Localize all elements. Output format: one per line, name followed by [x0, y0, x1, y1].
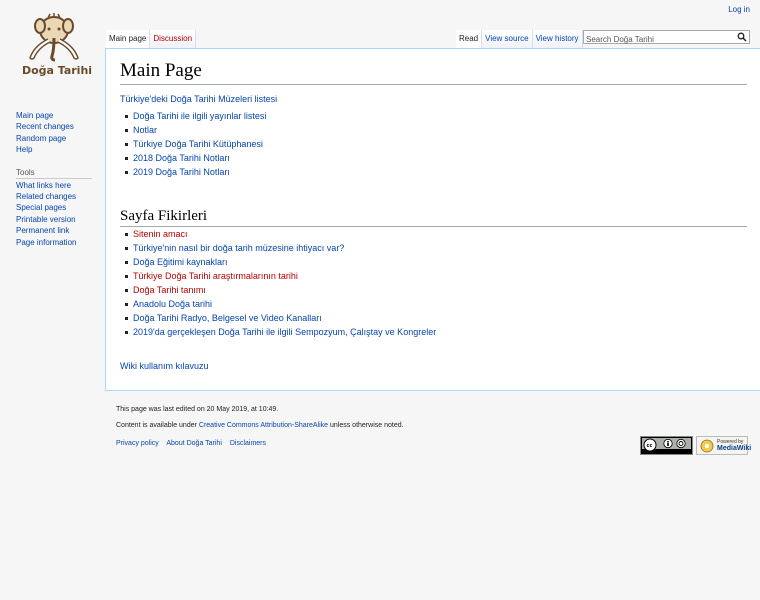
tab-read[interactable]: Read	[456, 30, 483, 48]
sidebar-item-help[interactable]: Help	[16, 144, 96, 155]
sidebar-item-main-page[interactable]: Main page	[16, 110, 96, 121]
license-info: Content is available under Creative Comm…	[116, 422, 404, 429]
cc-by-sa-badge[interactable]: cc	[640, 436, 693, 455]
list-item[interactable]: 2019 Doğa Tarihi Notları	[133, 167, 230, 177]
list-item[interactable]: Sitenin amacı	[133, 229, 188, 239]
mammoth-logo-icon	[29, 13, 79, 62]
tab-main-page[interactable]: Main page	[106, 30, 151, 48]
list-bullet	[125, 233, 128, 236]
list-item[interactable]: Doğa Eğitimi kaynakları	[133, 257, 228, 267]
list-bullet	[125, 115, 128, 118]
tab-view-history[interactable]: View history	[532, 30, 583, 48]
about-link[interactable]: About Doğa Tarihi	[166, 440, 222, 447]
sidebar-item-what-links-here[interactable]: What links here	[16, 180, 96, 191]
list-item[interactable]: Notlar	[133, 125, 157, 135]
svg-text:cc: cc	[647, 443, 653, 449]
list-item[interactable]: Türkiye'nin nasıl bir doğa tarih müzesin…	[133, 243, 344, 253]
list-bullet	[125, 143, 128, 146]
search-icon[interactable]	[737, 32, 747, 42]
license-link[interactable]: Creative Commons Attribution-ShareAlike	[199, 422, 328, 429]
sidebar-item-special-pages[interactable]: Special pages	[16, 202, 96, 213]
login-link[interactable]: Log in	[728, 5, 750, 14]
list-item[interactable]: Türkiye Doğa Tarihi araştırmalarının tar…	[133, 271, 298, 281]
disclaimers-link[interactable]: Disclaimers	[230, 440, 266, 447]
museums-list-link[interactable]: Türkiye'deki Doğa Tarihi Müzeleri listes…	[120, 94, 277, 104]
sidebar-heading-tools: Tools	[16, 168, 92, 179]
sidebar-item-printable-version[interactable]: Printable version	[16, 214, 96, 225]
tab-view-source[interactable]: View source	[482, 30, 533, 48]
mediawiki-flower-icon	[700, 439, 714, 453]
footer-places: Privacy policy About Doğa Tarihi Disclai…	[116, 440, 272, 447]
list-item[interactable]: Anadolu Doğa tarihi	[133, 299, 212, 309]
license-suffix: unless otherwise noted.	[328, 422, 404, 429]
list-item[interactable]: Doğa Tarihi Radyo, Belgesel ve Video Kan…	[133, 313, 322, 323]
list-bullet	[125, 171, 128, 174]
sidebar-item-permanent-link[interactable]: Permanent link	[16, 225, 96, 236]
last-edited-info: This page was last edited on 20 May 2019…	[116, 406, 279, 413]
sidebar-item-recent-changes[interactable]: Recent changes	[16, 121, 96, 132]
sidebar-tools: What links here Related changes Special …	[16, 180, 96, 248]
privacy-policy-link[interactable]: Privacy policy	[116, 440, 159, 447]
list-bullet	[125, 275, 128, 278]
list-bullet	[125, 303, 128, 306]
sidebar: Main page Recent changes Random page Hel…	[16, 110, 96, 248]
site-logo[interactable]: Doğa Tarihi	[12, 12, 96, 82]
list-item[interactable]: 2018 Doğa Tarihi Notları	[133, 153, 230, 163]
view-tabs: Read View source View history	[456, 30, 583, 48]
search-box	[583, 30, 750, 46]
main-content: Main Page Türkiye'deki Doğa Tarihi Müzel…	[105, 48, 760, 391]
list-bullet	[125, 317, 128, 320]
section-heading: Sayfa Fikirleri	[120, 208, 747, 227]
wiki-guide-link[interactable]: Wiki kullanım kılavuzu	[120, 361, 209, 371]
tab-discussion[interactable]: Discussion	[150, 30, 197, 48]
list-bullet	[125, 129, 128, 132]
namespace-tabs: Main page Discussion	[106, 30, 197, 48]
logo-text: Doğa Tarihi	[21, 64, 93, 77]
list-bullet	[125, 331, 128, 334]
list-bullet	[125, 247, 128, 250]
list-item[interactable]: Doğa Tarihi tanımı	[133, 285, 206, 295]
sidebar-item-related-changes[interactable]: Related changes	[16, 191, 96, 202]
list-bullet	[125, 157, 128, 160]
search-input[interactable]	[584, 33, 734, 46]
creative-commons-icon: cc	[641, 437, 692, 454]
sidebar-item-page-information[interactable]: Page information	[16, 237, 96, 248]
list-item[interactable]: Türkiye Doğa Tarihi Kütüphanesi	[133, 139, 263, 149]
list-item[interactable]: 2019'da gerçekleşen Doğa Tarihi ile ilgi…	[133, 327, 436, 337]
list-bullet	[125, 289, 128, 292]
list-item[interactable]: Doğa Tarihi ile ilgili yayınlar listesi	[133, 111, 266, 121]
powered-by-mediawiki-badge[interactable]: Powered by MediaWiki	[696, 436, 752, 455]
license-prefix: Content is available under	[116, 422, 199, 429]
sidebar-navigation: Main page Recent changes Random page Hel…	[16, 110, 96, 156]
list-bullet	[125, 261, 128, 264]
sidebar-item-random-page[interactable]: Random page	[16, 133, 96, 144]
page-title: Main Page	[120, 60, 747, 85]
mediawiki-text: MediaWiki	[717, 445, 752, 452]
